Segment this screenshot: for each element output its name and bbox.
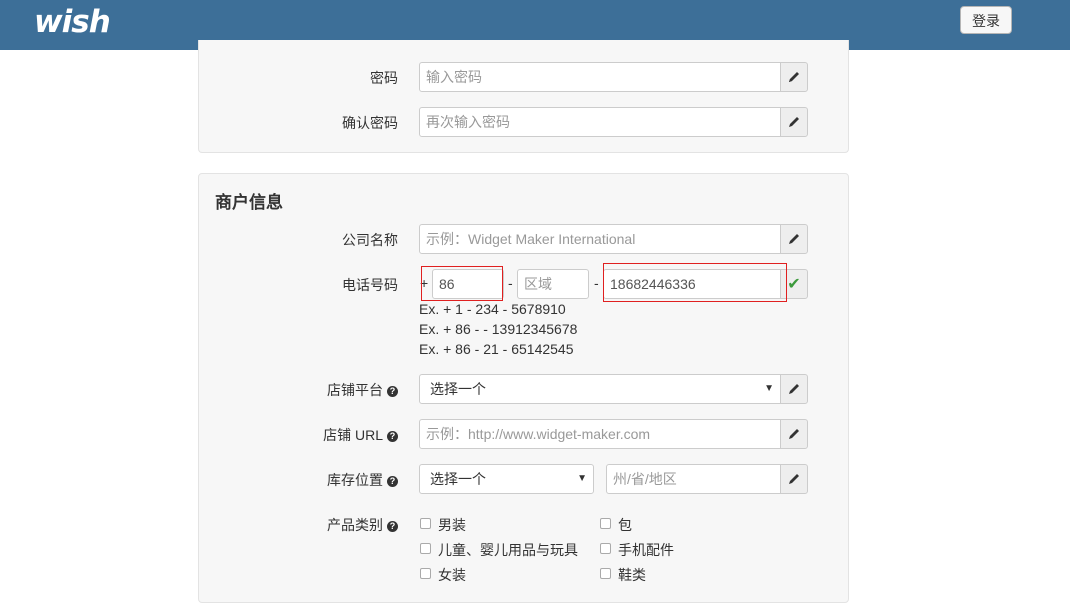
warehouse-edit-button[interactable]: [780, 464, 808, 494]
phone-example-2: Ex. + 86 - - 13912345678: [419, 321, 578, 337]
password-input[interactable]: 输入密码: [419, 62, 781, 92]
password-edit-button[interactable]: [780, 62, 808, 92]
category-checkbox[interactable]: [420, 543, 431, 554]
section-title: 商户信息: [215, 193, 283, 212]
company-name-input[interactable]: 示例：Widget Maker International: [419, 224, 781, 254]
help-icon[interactable]: ?: [387, 431, 398, 442]
country-code-highlight: [421, 266, 503, 301]
pencil-icon: [789, 117, 799, 127]
store-url-label: 店铺 URL?: [323, 425, 398, 445]
caret-down-icon: ▼: [577, 473, 587, 484]
category-checkbox[interactable]: [420, 518, 431, 529]
help-icon[interactable]: ?: [387, 521, 398, 532]
login-button[interactable]: 登录: [960, 6, 1012, 34]
category-label-shoes: 鞋类: [618, 567, 646, 583]
wish-logo[interactable]: wish: [34, 4, 111, 40]
confirm-password-edit-button[interactable]: [780, 107, 808, 137]
phone-label: 电话号码: [342, 277, 398, 293]
category-checkbox[interactable]: [600, 518, 611, 529]
pencil-icon: [789, 384, 799, 394]
warehouse-country-select[interactable]: 选择一个 ▼: [419, 464, 594, 494]
phone-separator-1: -: [508, 275, 513, 291]
warehouse-location-label: 库存位置?: [327, 470, 398, 490]
category-label-kids: 儿童、婴儿用品与玩具: [438, 542, 578, 558]
warehouse-region-input[interactable]: 州/省/地区: [606, 464, 781, 494]
confirm-password-input[interactable]: 再次输入密码: [419, 107, 781, 137]
pencil-icon: [789, 234, 799, 244]
phone-example-3: Ex. + 86 - 21 - 65142545: [419, 341, 574, 357]
area-code-input[interactable]: 区域: [517, 269, 589, 299]
phone-separator-2: -: [594, 275, 599, 291]
help-icon[interactable]: ?: [387, 476, 398, 487]
pencil-icon: [789, 72, 799, 82]
pencil-icon: [789, 429, 799, 439]
company-edit-button[interactable]: [780, 224, 808, 254]
store-url-input[interactable]: 示例：http://www.widget-maker.com: [419, 419, 781, 449]
category-label-phone-accessories: 手机配件: [618, 542, 674, 558]
platform-edit-button[interactable]: [780, 374, 808, 404]
caret-down-icon: ▼: [764, 383, 774, 394]
confirm-password-label: 确认密码: [342, 115, 398, 131]
check-icon: ✔: [787, 276, 801, 293]
product-category-label: 产品类别?: [327, 515, 398, 535]
category-checkbox[interactable]: [420, 568, 431, 579]
store-platform-label: 店铺平台?: [327, 380, 398, 400]
category-checkbox[interactable]: [600, 543, 611, 554]
pencil-icon: [789, 474, 799, 484]
help-icon[interactable]: ?: [387, 386, 398, 397]
phone-number-highlight: [603, 263, 787, 302]
category-label-womens: 女装: [438, 567, 466, 583]
password-label: 密码: [370, 70, 398, 86]
store-platform-select[interactable]: 选择一个 ▼: [419, 374, 781, 404]
category-label-mens: 男装: [438, 517, 466, 533]
phone-example-1: Ex. + 1 - 234 - 5678910: [419, 301, 566, 317]
category-label-bags: 包: [618, 517, 632, 533]
category-checkbox[interactable]: [600, 568, 611, 579]
company-name-label: 公司名称: [342, 232, 398, 248]
url-edit-button[interactable]: [780, 419, 808, 449]
